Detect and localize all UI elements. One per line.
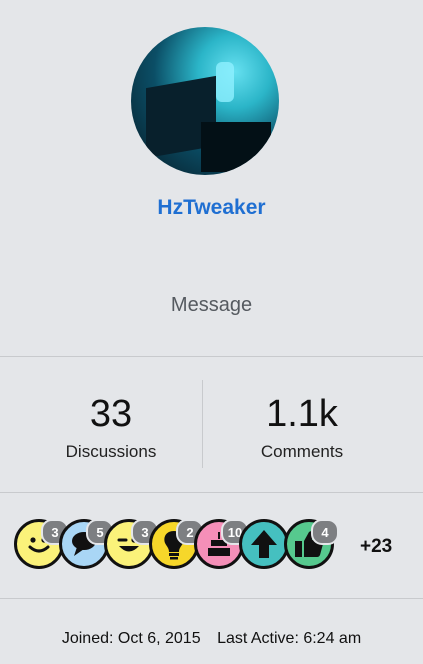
divider: [0, 492, 423, 493]
divider: [0, 356, 423, 357]
badge-cake[interactable]: 10: [194, 519, 249, 569]
badge-speech[interactable]: 5: [59, 519, 114, 569]
badge-arrow-up[interactable]: [239, 519, 289, 569]
stats-divider: [202, 380, 203, 468]
up-arrow-icon: [251, 530, 277, 558]
badge-thumbs-up[interactable]: 4: [284, 519, 339, 569]
badges-row: 3 5 3 2 10 4: [14, 519, 414, 575]
more-badges-link[interactable]: +23: [360, 536, 392, 558]
discussions-stat[interactable]: 33 Discussions: [11, 380, 211, 462]
badge-count: 4: [311, 519, 339, 545]
comments-stat[interactable]: 1.1k Comments: [202, 380, 402, 462]
comments-count: 1.1k: [266, 393, 338, 435]
profile-meta: Joined: Oct 6, 2015 Last Active: 6:24 am: [0, 630, 423, 648]
joined-date: Joined: Oct 6, 2015: [61, 630, 201, 647]
avatar-dark-shape: [201, 122, 271, 172]
badge-smile[interactable]: 3: [14, 519, 69, 569]
username-link[interactable]: HzTweaker: [0, 196, 423, 220]
badge-lightbulb[interactable]: 2: [149, 519, 204, 569]
message-button[interactable]: Message: [0, 294, 423, 317]
last-active: Last Active: 6:24 am: [217, 630, 362, 647]
divider: [0, 598, 423, 599]
badge-wink[interactable]: 3: [104, 519, 159, 569]
discussions-count: 33: [89, 393, 133, 435]
comments-label: Comments: [260, 442, 344, 461]
avatar-light-shape: [216, 62, 234, 102]
stats-row: 33 Discussions 1.1k Comments: [0, 380, 423, 468]
avatar[interactable]: [131, 27, 279, 175]
discussions-label: Discussions: [65, 442, 157, 461]
